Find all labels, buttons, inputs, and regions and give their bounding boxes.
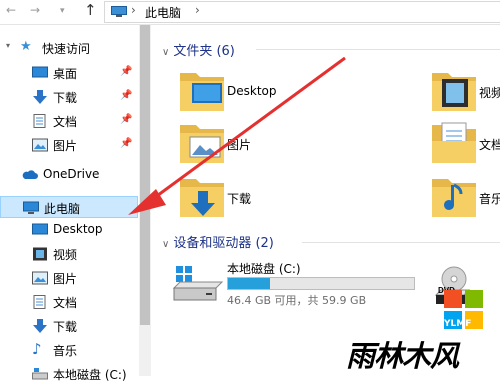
- pictures-folder-icon: [180, 125, 224, 163]
- sidebar-item-downloads[interactable]: 下载 📌: [0, 86, 138, 108]
- desktop-icon: [32, 66, 48, 78]
- address-field[interactable]: › 此电脑 ›: [104, 1, 500, 23]
- chevron-down-icon[interactable]: ∨: [162, 239, 169, 250]
- folder-videos[interactable]: 视频: [430, 67, 500, 115]
- sidebar-scrollbar[interactable]: [139, 25, 151, 376]
- sidebar-item-label: 本地磁盘 (C:): [53, 368, 127, 382]
- sidebar-item-label: 下载: [53, 91, 78, 105]
- folder-pictures[interactable]: 图片: [178, 119, 328, 167]
- pictures-icon: [32, 271, 48, 285]
- sidebar-item-label: 图片: [53, 139, 78, 153]
- documents-icon: [33, 114, 46, 128]
- pin-icon: 📌: [120, 90, 133, 101]
- chevron-down-icon[interactable]: ∨: [162, 47, 169, 58]
- sidebar-item-label: 桌面: [53, 67, 78, 81]
- sidebar-item-label: 快速访问: [42, 42, 91, 56]
- videos-icon: [33, 247, 47, 261]
- folder-label: 文档: [479, 138, 500, 152]
- pin-icon: 📌: [120, 114, 133, 125]
- folder-label: Desktop: [227, 84, 277, 98]
- folder-label: 视频: [479, 86, 500, 100]
- videos-folder-icon: [432, 73, 476, 111]
- sidebar-item-pictures[interactable]: 图片 📌: [0, 134, 138, 156]
- pin-icon: 📌: [120, 66, 133, 77]
- watermark-subtext: YLMF: [444, 319, 472, 329]
- group-divider: [256, 49, 500, 50]
- up-arrow-icon[interactable]: ↑: [84, 1, 97, 19]
- group-header-label: 文件夹 (6): [173, 44, 235, 59]
- sidebar-item-quick-access[interactable]: ▾ ★ 快速访问: [0, 37, 138, 59]
- folder-label: 音乐: [479, 192, 500, 206]
- folder-label: 下载: [227, 192, 252, 206]
- drive-icon: [172, 266, 224, 301]
- watermark-text: 雨林木风: [346, 339, 459, 373]
- star-icon: ★: [20, 39, 32, 54]
- chevron-down-icon[interactable]: ▾: [60, 6, 65, 16]
- folder-documents[interactable]: 文档: [430, 119, 500, 167]
- downloads-folder-icon: [180, 179, 224, 217]
- cloud-icon: [22, 170, 38, 179]
- group-header-label: 设备和驱动器 (2): [173, 236, 274, 251]
- pin-icon: 📌: [120, 138, 133, 149]
- breadcrumb-this-pc[interactable]: 此电脑: [145, 4, 181, 21]
- documents-icon: [33, 295, 46, 309]
- sidebar-item-label: 文档: [53, 296, 78, 310]
- sidebar-item-label: Desktop: [53, 222, 103, 236]
- group-divider: [302, 242, 500, 243]
- folder-music[interactable]: 音乐: [430, 173, 500, 221]
- sidebar-item-pc-desktop[interactable]: Desktop: [0, 219, 138, 241]
- sidebar-item-label: 音乐: [53, 344, 78, 358]
- folders-group-header[interactable]: ∨ 文件夹 (6): [162, 40, 235, 59]
- sidebar-item-this-pc[interactable]: 此电脑: [0, 196, 138, 218]
- chevron-down-icon[interactable]: ▾: [6, 41, 10, 50]
- documents-folder-icon: [432, 122, 476, 163]
- sidebar-item-documents[interactable]: 文档 📌: [0, 110, 138, 132]
- sidebar-item-pc-pictures[interactable]: 图片: [0, 267, 138, 289]
- computer-icon: [111, 6, 127, 17]
- sidebar-item-onedrive[interactable]: OneDrive: [0, 164, 138, 186]
- download-icon: [33, 319, 47, 333]
- sidebar-item-pc-videos[interactable]: 视频: [0, 243, 138, 265]
- drive-usage-bar: [227, 277, 415, 290]
- forward-arrow-icon[interactable]: →: [30, 3, 40, 17]
- sidebar-item-pc-music[interactable]: ♪ 音乐: [0, 339, 138, 361]
- computer-icon: [23, 201, 39, 214]
- watermark-logo: YLMF 雨林木风: [346, 290, 500, 376]
- sidebar-item-label: OneDrive: [43, 167, 100, 181]
- desktop-icon: [32, 223, 48, 235]
- scrollbar-thumb[interactable]: [140, 25, 150, 325]
- navigation-pane: ▾ ★ 快速访问 桌面 📌 下载 📌 文档 📌 图片 📌 OneDrive 此电…: [0, 25, 138, 382]
- breadcrumb-separator: ›: [131, 3, 136, 17]
- address-bar: ← → ▾ ↑ › 此电脑 ›: [0, 0, 500, 25]
- folder-label: 图片: [227, 138, 252, 152]
- sidebar-item-label: 图片: [53, 272, 78, 286]
- drive-name: 本地磁盘 (C:): [227, 262, 301, 276]
- pictures-icon: [32, 138, 48, 152]
- breadcrumb-separator[interactable]: ›: [195, 3, 200, 17]
- folder-downloads[interactable]: 下载: [178, 173, 328, 221]
- music-folder-icon: [432, 179, 476, 217]
- devices-group-header[interactable]: ∨ 设备和驱动器 (2): [162, 232, 274, 251]
- sidebar-item-label: 下载: [53, 320, 78, 334]
- music-icon: ♪: [32, 340, 42, 358]
- sidebar-item-label: 文档: [53, 115, 78, 129]
- sidebar-item-pc-drive-c[interactable]: 本地磁盘 (C:): [0, 363, 138, 385]
- folder-desktop[interactable]: Desktop: [178, 67, 328, 115]
- back-arrow-icon[interactable]: ←: [6, 3, 16, 17]
- sidebar-item-label: 此电脑: [44, 202, 81, 216]
- desktop-folder-icon: [180, 73, 224, 111]
- sidebar-item-label: 视频: [53, 248, 78, 262]
- sidebar-item-desktop[interactable]: 桌面 📌: [0, 62, 138, 84]
- drive-usage-fill: [228, 278, 270, 289]
- drive-icon: [32, 368, 48, 380]
- sidebar-item-pc-downloads[interactable]: 下载: [0, 315, 138, 337]
- download-icon: [33, 90, 47, 104]
- sidebar-item-pc-documents[interactable]: 文档: [0, 291, 138, 313]
